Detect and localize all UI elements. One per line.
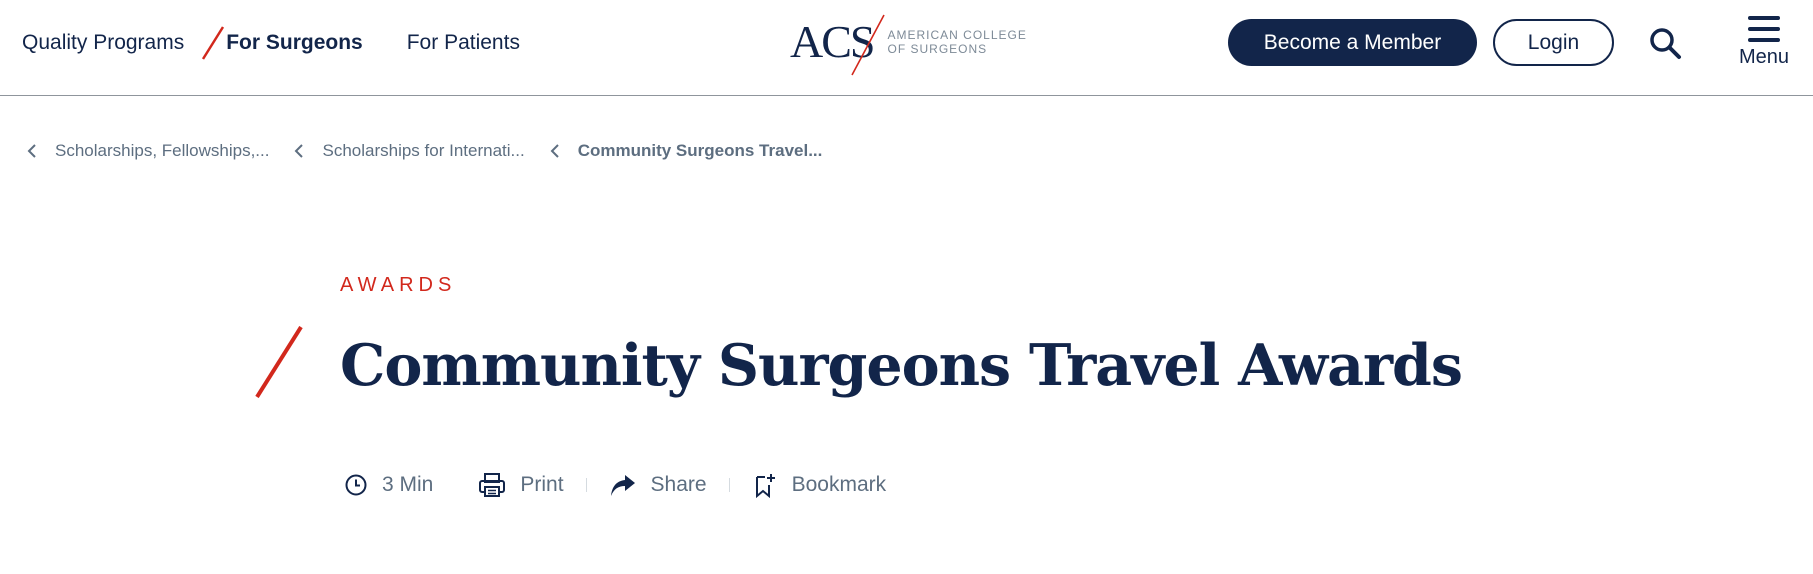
logo-mark: ACS <box>790 14 885 76</box>
breadcrumb-item-current: Community Surgeons Travel... <box>549 141 823 161</box>
print-label: Print <box>520 473 564 496</box>
nav-for-surgeons[interactable]: For Surgeons <box>226 31 363 55</box>
breadcrumb-item-scholarships[interactable]: Scholarships, Fellowships,... <box>26 141 269 161</box>
share-label: Share <box>650 473 707 496</box>
meta-divider <box>728 478 730 492</box>
logo-subtitle: AMERICAN COLLEGE OF SURGEONS <box>887 28 1026 56</box>
print-button[interactable]: Print <box>478 472 564 498</box>
bookmark-button[interactable]: Bookmark <box>752 472 887 498</box>
meta-divider <box>455 478 456 492</box>
breadcrumb-label: Community Surgeons Travel... <box>577 141 823 160</box>
read-time: 3 Min <box>344 473 433 497</box>
clock-icon <box>345 474 367 496</box>
menu-button[interactable]: Menu <box>1734 16 1794 72</box>
read-time-label: 3 Min <box>382 473 434 496</box>
nav-active-slash <box>200 25 226 61</box>
logo-slash <box>851 14 885 76</box>
breadcrumb-item-international[interactable]: Scholarships for Internati... <box>293 141 525 161</box>
bookmark-icon <box>755 474 775 498</box>
login-button[interactable]: Login <box>1493 19 1614 66</box>
logo-line-2: OF SURGEONS <box>887 42 988 56</box>
print-icon <box>479 473 506 497</box>
primary-nav: Quality Programs For Surgeons For Patien… <box>22 25 520 61</box>
search-icon <box>1650 28 1681 59</box>
bookmark-label: Bookmark <box>791 473 887 496</box>
logo-line-1: AMERICAN COLLEGE <box>887 28 1027 42</box>
menu-icon <box>1748 16 1780 42</box>
title-slash-decoration <box>255 326 303 398</box>
chevron-left-icon <box>550 144 559 158</box>
menu-label: Menu <box>1738 46 1790 68</box>
chevron-left-icon <box>295 144 304 158</box>
breadcrumb-label: Scholarships, Fellowships,... <box>55 141 270 160</box>
nav-quality-programs[interactable]: Quality Programs <box>22 31 184 55</box>
share-button[interactable]: Share <box>609 472 707 498</box>
site-header: Quality Programs For Surgeons For Patien… <box>0 0 1813 96</box>
nav-for-patients[interactable]: For Patients <box>407 31 520 55</box>
chevron-left-icon <box>27 144 36 158</box>
search-button[interactable] <box>1648 26 1682 60</box>
acs-logo[interactable]: ACS AMERICAN COLLEGE OF SURGEONS <box>790 14 1027 76</box>
meta-divider <box>585 478 587 492</box>
breadcrumb-label: Scholarships for Internati... <box>322 141 525 160</box>
share-icon <box>610 475 635 496</box>
article-meta-bar: 3 Min Print Share Bookmark <box>344 468 886 502</box>
page-eyebrow: AWARDS <box>340 274 457 296</box>
page-title: Community Surgeons Travel Awards <box>340 332 1463 399</box>
breadcrumb: Scholarships, Fellowships,... Scholarshi… <box>26 138 822 164</box>
become-member-button[interactable]: Become a Member <box>1228 19 1477 66</box>
